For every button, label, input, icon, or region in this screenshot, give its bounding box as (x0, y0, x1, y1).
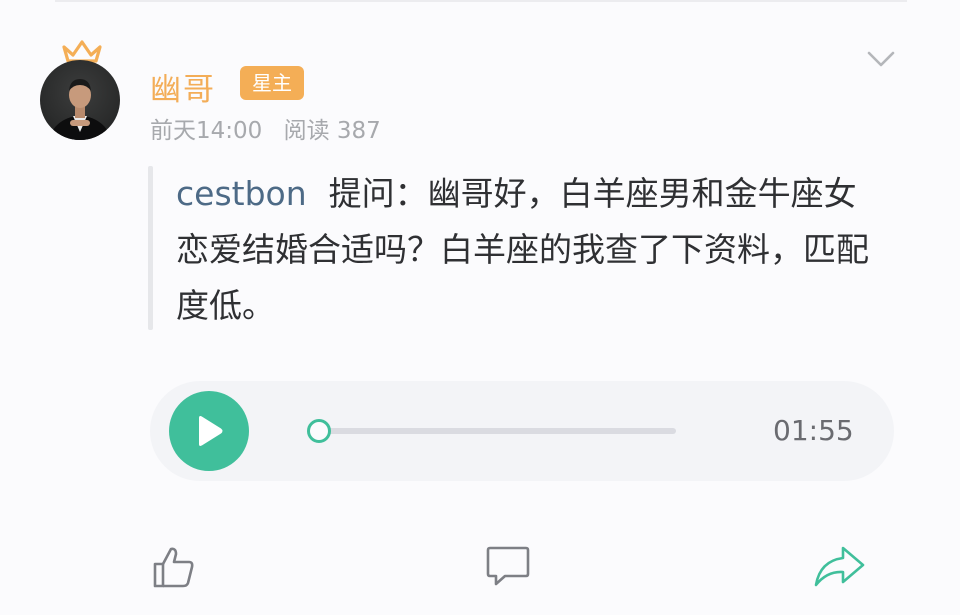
author-name[interactable]: 幽哥 (150, 64, 216, 109)
comment-icon (486, 546, 530, 586)
role-badge: 星主 (240, 66, 304, 100)
audio-player: 01:55 (150, 381, 894, 481)
play-button[interactable] (169, 391, 249, 471)
share-icon (814, 546, 865, 587)
post-time: 前天14:00 (150, 118, 263, 144)
comment-button[interactable] (485, 545, 531, 587)
share-button[interactable] (812, 545, 866, 589)
avatar[interactable] (40, 60, 120, 140)
like-button[interactable] (152, 545, 196, 589)
question-block: cestbon 提问：幽哥好，白羊座男和金牛座女恋爱结婚合适吗？白羊座的我查了下资… (176, 166, 876, 334)
top-divider (55, 0, 907, 2)
audio-progress-knob[interactable] (307, 419, 331, 443)
asker-name[interactable]: cestbon (176, 174, 307, 213)
thumbs-up-icon (153, 547, 194, 588)
author-avatar-group[interactable] (40, 38, 124, 144)
quote-bar (148, 166, 153, 330)
view-count: 阅读 387 (283, 118, 381, 144)
post-meta: 前天14:00 阅读 387 (150, 111, 381, 145)
audio-progress-track[interactable] (318, 428, 676, 434)
chevron-down-icon[interactable] (866, 48, 896, 70)
audio-duration: 01:55 (773, 414, 854, 447)
play-icon (199, 416, 223, 446)
